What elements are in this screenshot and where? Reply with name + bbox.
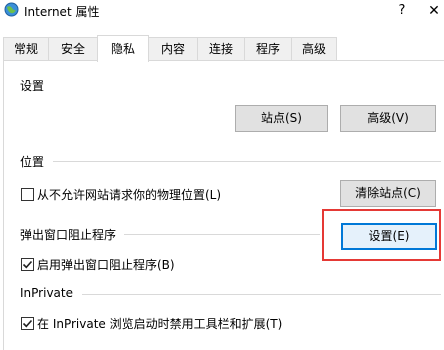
location-heading: 位置	[20, 155, 45, 169]
location-separator	[53, 161, 441, 162]
inprivate-heading: InPrivate	[20, 286, 73, 300]
internet-options-icon	[4, 2, 19, 17]
popup-blocker-checkbox[interactable]	[21, 258, 34, 271]
inprivate-checkbox[interactable]	[21, 317, 34, 330]
highlight-annotation	[322, 209, 441, 261]
checkmark-icon	[22, 319, 33, 328]
popup-blocker-separator	[124, 234, 320, 235]
tab-content[interactable]: 内容	[148, 37, 198, 61]
settings-heading: 设置	[20, 79, 45, 93]
popup-blocker-checkbox-label: 启用弹出窗口阻止程序(B)	[37, 258, 175, 272]
tab-security[interactable]: 安全	[48, 37, 98, 61]
popup-blocker-heading: 弹出窗口阻止程序	[20, 228, 117, 242]
tab-connections[interactable]: 连接	[197, 37, 245, 61]
sites-button[interactable]: 站点(S)	[235, 105, 328, 132]
tab-general[interactable]: 常规	[3, 37, 49, 61]
location-checkbox[interactable]	[21, 188, 34, 201]
tab-programs[interactable]: 程序	[244, 37, 292, 61]
window-title: Internet 属性	[24, 5, 100, 19]
tab-strip: 常规 安全 隐私 内容 连接 程序 高级	[0, 35, 444, 62]
tab-privacy[interactable]: 隐私	[97, 35, 149, 62]
location-checkbox-label: 从不允许网站请求你的物理位置(L)	[37, 188, 222, 202]
clear-sites-button[interactable]: 清除站点(C)	[340, 180, 436, 207]
help-button[interactable]: ?	[392, 1, 412, 21]
checkmark-icon	[22, 260, 33, 269]
inprivate-checkbox-label: 在 InPrivate 浏览启动时禁用工具栏和扩展(T)	[37, 317, 283, 331]
tab-advanced[interactable]: 高级	[291, 37, 337, 61]
inprivate-separator	[82, 294, 441, 295]
title-bar: Internet 属性 ? ✕	[0, 0, 444, 22]
advanced-button[interactable]: 高级(V)	[340, 105, 436, 132]
close-button[interactable]: ✕	[424, 1, 444, 21]
